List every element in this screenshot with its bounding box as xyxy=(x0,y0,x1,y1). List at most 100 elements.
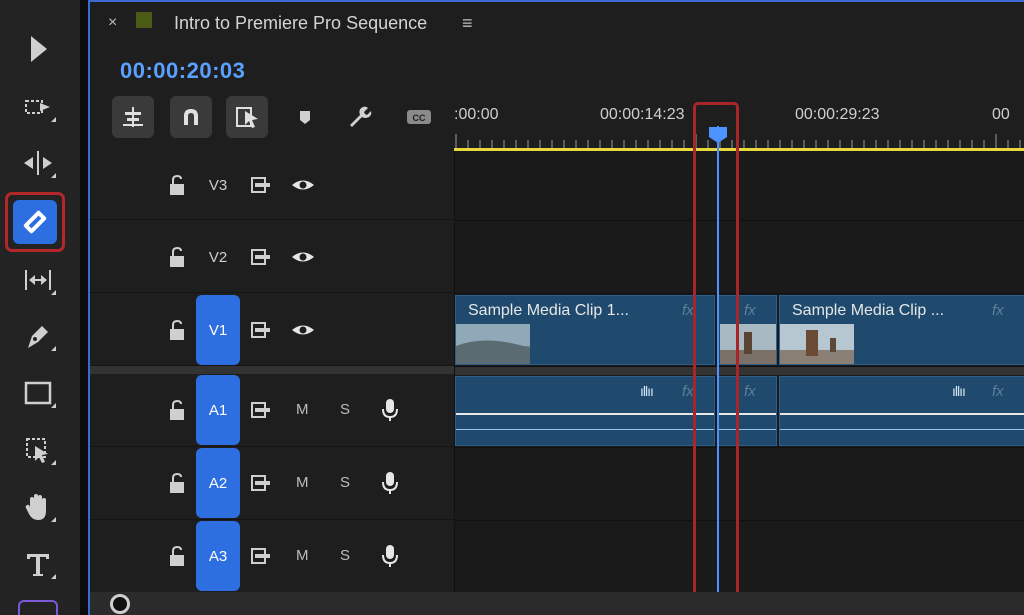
highlight-box xyxy=(693,102,739,604)
sync-lock-icon[interactable] xyxy=(250,175,274,195)
mute-button[interactable]: M xyxy=(296,547,309,564)
video-audio-divider[interactable] xyxy=(455,367,1024,375)
wrench-icon xyxy=(350,106,372,127)
track-select-forward-tool[interactable] xyxy=(8,80,68,134)
sync-lock-icon[interactable] xyxy=(250,320,274,340)
track-target-a1[interactable]: A1 xyxy=(196,375,240,445)
add-marker-button[interactable] xyxy=(284,96,326,138)
type-tool[interactable] xyxy=(8,537,68,591)
tools-panel xyxy=(0,0,80,615)
linked-selection-button[interactable] xyxy=(226,96,268,138)
panel-divider xyxy=(80,0,88,615)
razor-tool[interactable] xyxy=(5,192,65,252)
track-header-a2: A2 M S xyxy=(90,447,454,520)
microphone-icon[interactable] xyxy=(380,397,400,423)
timeline-panel: × Intro to Premiere Pro Sequence ≡ 00:00… xyxy=(88,0,1024,615)
track-headers: V3 V2 V1 A1 M S A2 M S A3 M S xyxy=(90,150,454,593)
sync-lock-icon[interactable] xyxy=(250,473,274,493)
fx-badge: fx xyxy=(992,383,1004,400)
track-lock-icon[interactable] xyxy=(166,398,188,422)
track-target-a2[interactable]: A2 xyxy=(196,448,240,518)
volume-line xyxy=(456,413,714,415)
track-lane-v1[interactable]: Sample Media Clip 1... fx fx Sample Medi… xyxy=(455,294,1024,367)
close-icon[interactable]: × xyxy=(108,14,117,32)
nest-sequence-button[interactable] xyxy=(112,96,154,138)
sync-lock-icon[interactable] xyxy=(250,247,274,267)
clip-thumbnail xyxy=(456,324,530,364)
snap-button[interactable] xyxy=(170,96,212,138)
mute-button[interactable]: M xyxy=(296,401,309,418)
video-clip[interactable]: Sample Media Clip ... fx xyxy=(779,295,1024,365)
fx-badge: fx xyxy=(744,302,756,319)
sync-lock-icon[interactable] xyxy=(250,400,274,420)
more-tools-icon[interactable] xyxy=(18,600,58,615)
audio-clip[interactable]: ıllıı fx xyxy=(455,376,715,446)
video-clip[interactable]: Sample Media Clip 1... fx xyxy=(455,295,715,365)
scroll-handle[interactable] xyxy=(110,594,130,614)
microphone-icon[interactable] xyxy=(380,543,400,569)
track-header-a3: A3 M S xyxy=(90,520,454,593)
track-lock-icon[interactable] xyxy=(166,471,188,495)
fx-badge: fx xyxy=(992,302,1004,319)
track-lock-icon[interactable] xyxy=(166,318,188,342)
track-target-v1[interactable]: V1 xyxy=(196,295,240,365)
eye-icon[interactable] xyxy=(290,321,316,339)
track-target-v3[interactable]: V3 xyxy=(196,150,240,220)
mute-button[interactable]: M xyxy=(296,474,309,491)
closed-captions-icon: CC xyxy=(407,110,431,124)
time-ruler[interactable]: :00:00 00:00:14:23 00:00:29:23 00 xyxy=(454,96,1024,150)
hand-tool[interactable] xyxy=(8,480,68,534)
fx-badge: fx xyxy=(744,383,756,400)
selection-tool[interactable] xyxy=(8,22,68,76)
marker-icon xyxy=(300,111,310,124)
waveform-icon: ıllıı xyxy=(952,383,966,399)
solo-button[interactable]: S xyxy=(340,547,350,564)
track-target-v2[interactable]: V2 xyxy=(196,222,240,292)
eye-icon[interactable] xyxy=(290,176,316,194)
sequence-title[interactable]: Intro to Premiere Pro Sequence xyxy=(174,13,427,34)
razor-tool-active-bg xyxy=(13,200,57,244)
timeline-tracks[interactable]: Sample Media Clip 1... fx fx Sample Medi… xyxy=(454,151,1024,593)
fx-badge: fx xyxy=(682,302,694,319)
svg-text:CC: CC xyxy=(413,113,426,123)
waveform-icon: ıllıı xyxy=(640,383,654,399)
timeline-settings-button[interactable] xyxy=(338,96,380,138)
track-lane-v3[interactable] xyxy=(455,151,1024,221)
magnet-icon xyxy=(184,109,198,125)
rectangle-tool[interactable] xyxy=(8,366,68,420)
ruler-label: 00:00:29:23 xyxy=(795,106,880,123)
playhead-timecode[interactable]: 00:00:20:03 xyxy=(120,58,245,84)
track-target-a3[interactable]: A3 xyxy=(196,521,240,591)
object-select-tool[interactable] xyxy=(8,423,68,477)
solo-button[interactable]: S xyxy=(340,474,350,491)
track-header-a1: A1 M S xyxy=(90,374,454,447)
panel-menu-icon[interactable]: ≡ xyxy=(462,13,473,34)
ripple-edit-tool[interactable] xyxy=(8,136,68,190)
timeline-tab: × Intro to Premiere Pro Sequence ≡ xyxy=(90,2,1024,44)
audio-clip[interactable]: ıllıı fx xyxy=(779,376,1024,446)
fx-badge: fx xyxy=(682,383,694,400)
track-lane-v2[interactable] xyxy=(455,221,1024,294)
track-lock-icon[interactable] xyxy=(166,544,188,568)
razor-icon xyxy=(23,210,47,234)
eye-icon[interactable] xyxy=(290,248,316,266)
arrow-icon xyxy=(31,36,47,62)
track-lock-icon[interactable] xyxy=(166,173,188,197)
microphone-icon[interactable] xyxy=(380,470,400,496)
timeline-scrollbar[interactable] xyxy=(90,592,1024,615)
track-lane-a3[interactable] xyxy=(455,521,1024,593)
solo-button[interactable]: S xyxy=(340,401,350,418)
slip-tool[interactable] xyxy=(8,253,68,307)
captions-button[interactable]: CC xyxy=(398,96,440,138)
track-header-v2: V2 xyxy=(90,220,454,293)
track-lane-a1[interactable]: ıllıı fx fx ıllıı fx xyxy=(455,375,1024,448)
video-audio-divider[interactable] xyxy=(90,366,454,374)
pen-tool[interactable] xyxy=(8,309,68,363)
ruler-label: :00:00 xyxy=(454,106,499,123)
track-lock-icon[interactable] xyxy=(166,245,188,269)
track-header-v3: V3 xyxy=(90,150,454,220)
sync-lock-icon[interactable] xyxy=(250,546,274,566)
track-lane-a2[interactable] xyxy=(455,448,1024,521)
clip-name: Sample Media Clip ... xyxy=(792,302,945,319)
volume-line xyxy=(780,413,1024,415)
